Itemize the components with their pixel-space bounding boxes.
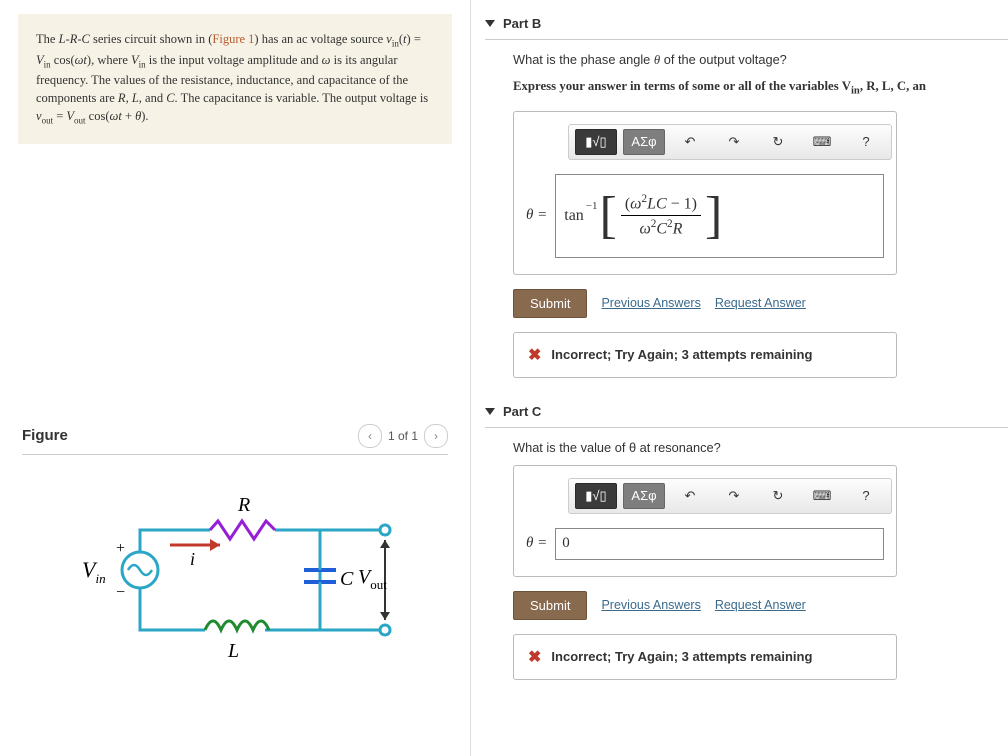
svg-text:+: + [116,540,125,557]
figure-divider [22,454,448,455]
part-b-question: What is the phase angle θ of the output … [513,52,1008,68]
part-b-lhs: θ = [526,207,547,224]
toolbar-reset[interactable]: ↻ [759,129,797,155]
part-b-submit[interactable]: Submit [513,289,587,318]
toolbar-templates[interactable]: ▮√▯ [575,483,617,509]
incorrect-icon: ✖ [528,345,541,365]
toolbar-keyboard[interactable]: ⌨ [803,483,841,509]
part-c-answer-panel: ▮√▯ ΑΣφ ↶ ↷ ↻ ⌨ ? θ = 0 [513,465,897,577]
toolbar-redo[interactable]: ↷ [715,483,753,509]
figure-pager: ‹ 1 of 1 › [358,424,448,448]
toolbar-reset[interactable]: ↻ [759,483,797,509]
pager-next[interactable]: › [424,424,448,448]
part-b: Part B What is the phase angle θ of the … [485,10,1008,378]
figure-title: Figure [22,427,68,444]
part-c-toolbar: ▮√▯ ΑΣφ ↶ ↷ ↻ ⌨ ? [568,478,892,514]
column-divider [470,0,471,756]
svg-text:Vout: Vout [358,566,387,592]
part-c-lhs: θ = [526,535,547,552]
toolbar-undo[interactable]: ↶ [671,129,709,155]
part-c-answer-input[interactable]: 0 [555,528,884,560]
incorrect-icon: ✖ [528,647,541,667]
toolbar-redo[interactable]: ↷ [715,129,753,155]
collapse-icon [485,20,495,27]
toolbar-help[interactable]: ? [847,483,885,509]
part-b-feedback: ✖ Incorrect; Try Again; 3 attempts remai… [513,332,897,378]
toolbar-templates[interactable]: ▮√▯ [575,129,617,155]
problem-statement: The L-R-C series circuit shown in (Figur… [18,14,452,144]
svg-text:R: R [237,494,250,516]
part-b-answer-panel: ▮√▯ ΑΣφ ↶ ↷ ↻ ⌨ ? θ = tan −1 [ [513,111,897,275]
toolbar-greek[interactable]: ΑΣφ [623,129,665,155]
part-c-prev-answers[interactable]: Previous Answers [601,598,700,612]
pager-position: 1 of 1 [388,429,418,443]
collapse-icon [485,408,495,415]
part-b-instruct: Express your answer in terms of some or … [513,78,1008,97]
svg-text:i: i [190,549,195,569]
part-c: Part C What is the value of θ at resonan… [485,398,1008,680]
svg-text:−: − [116,584,125,601]
svg-text:L: L [227,640,239,662]
part-b-toolbar: ▮√▯ ΑΣφ ↶ ↷ ↻ ⌨ ? [568,124,892,160]
svg-text:C: C [340,568,354,590]
part-c-title: Part C [503,404,541,419]
part-b-request-answer[interactable]: Request Answer [715,296,806,310]
part-c-question: What is the value of θ at resonance? [513,440,1008,455]
part-b-header[interactable]: Part B [485,10,1008,40]
part-c-submit[interactable]: Submit [513,591,587,620]
part-c-request-answer[interactable]: Request Answer [715,598,806,612]
toolbar-undo[interactable]: ↶ [671,483,709,509]
toolbar-greek[interactable]: ΑΣφ [623,483,665,509]
part-b-answer-input[interactable]: tan −1 [ (ω2LC − 1) ω2C2R ] [555,174,884,258]
pager-prev[interactable]: ‹ [358,424,382,448]
toolbar-help[interactable]: ? [847,129,885,155]
part-b-prev-answers[interactable]: Previous Answers [601,296,700,310]
part-c-header[interactable]: Part C [485,398,1008,428]
toolbar-keyboard[interactable]: ⌨ [803,129,841,155]
part-c-feedback: ✖ Incorrect; Try Again; 3 attempts remai… [513,634,897,680]
circuit-diagram: + − Vin R i C [22,485,448,695]
svg-text:Vin: Vin [82,557,106,586]
part-b-title: Part B [503,16,541,31]
